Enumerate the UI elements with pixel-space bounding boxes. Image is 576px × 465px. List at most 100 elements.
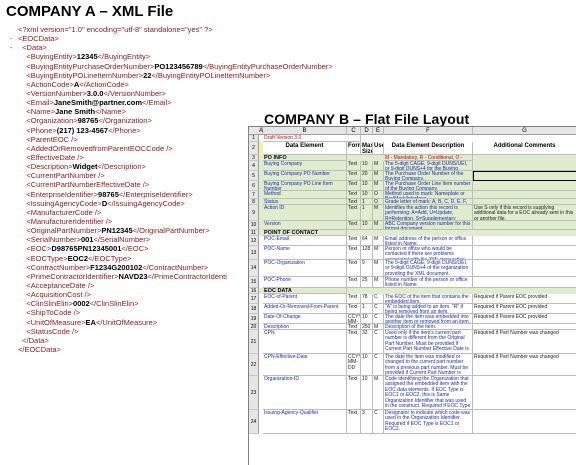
format-cell[interactable]: Text xyxy=(347,410,361,434)
comments-cell[interactable] xyxy=(473,191,576,199)
use-cell[interactable]: M xyxy=(373,221,384,230)
row-header[interactable]: 4 xyxy=(249,161,259,171)
comments-cell[interactable] xyxy=(473,260,576,277)
comments-cell[interactable] xyxy=(473,181,576,191)
row-header[interactable]: 12 xyxy=(249,236,259,246)
data-element-cell[interactable]: Buying Company PO Line Item Number xyxy=(263,181,347,191)
format-cell[interactable]: Text xyxy=(347,221,361,230)
column-header-d[interactable]: D xyxy=(361,127,373,135)
column-header-e[interactable]: E xyxy=(373,127,384,135)
header-description[interactable]: Data Element Description xyxy=(384,142,473,155)
comments-cell[interactable] xyxy=(473,221,576,230)
comments-cell[interactable]: Required if Parent EOC provided xyxy=(473,304,576,314)
data-element-cell[interactable]: Buying Company xyxy=(263,161,347,171)
description-cell[interactable]: Phone number of the person or office lis… xyxy=(384,277,473,288)
row-header[interactable]: 18 xyxy=(249,304,259,314)
use-cell[interactable]: C xyxy=(373,294,384,304)
format-cell[interactable]: Text xyxy=(347,260,361,277)
row-header[interactable]: 7 xyxy=(249,191,259,199)
format-cell[interactable]: Text xyxy=(347,246,361,260)
max-size-cell[interactable]: 32 xyxy=(361,330,373,354)
data-element-cell[interactable]: CPN-Effective-Date xyxy=(263,354,347,376)
comments-cell[interactable] xyxy=(473,410,576,434)
max-size-cell[interactable]: 78 xyxy=(361,294,373,304)
data-element-cell[interactable]: EOC-of-Parent xyxy=(263,294,347,304)
version-note[interactable]: Draft Version 3.0 xyxy=(263,135,361,142)
description-cell[interactable]: The Purchase Order Number of the Buying … xyxy=(384,171,473,181)
max-size-cell[interactable]: 10 xyxy=(361,181,373,191)
description-cell[interactable]: Designator to indicate which code was us… xyxy=(384,410,473,434)
data-element-cell[interactable]: Method xyxy=(263,191,347,199)
format-cell[interactable]: Text xyxy=(347,330,361,354)
description-cell[interactable]: The 5-digit CAGE, 9-digit DUNS/UEI, or 9… xyxy=(384,161,473,171)
description-cell[interactable]: Person or office who would be contacted … xyxy=(384,246,473,260)
use-cell[interactable]: C xyxy=(373,354,384,376)
description-cell[interactable]: "A" is being added to an item. "R" if be… xyxy=(384,304,473,314)
row-header[interactable]: 14 xyxy=(249,260,259,277)
description-cell[interactable]: Identifies the action this record is per… xyxy=(384,205,473,221)
max-size-cell[interactable]: 10 xyxy=(361,161,373,171)
data-element-cell[interactable]: Action ID xyxy=(263,205,347,221)
row-header[interactable]: 23 xyxy=(249,376,259,410)
description-cell[interactable]: Code identifying the Organization that a… xyxy=(384,376,473,410)
use-cell[interactable]: M xyxy=(373,236,384,246)
data-element-cell[interactable]: Organization-ID xyxy=(263,376,347,410)
format-cell[interactable]: Text xyxy=(347,161,361,171)
max-size-cell[interactable]: 25 xyxy=(361,277,373,288)
row-header[interactable]: 24 xyxy=(249,410,259,434)
row-header[interactable]: 22 xyxy=(249,354,259,376)
column-header-b[interactable]: B xyxy=(263,127,347,135)
max-size-cell[interactable]: 20 xyxy=(361,171,373,181)
max-size-cell[interactable]: 64 xyxy=(361,236,373,246)
use-cell[interactable]: C xyxy=(373,330,384,354)
row-header[interactable]: 5 xyxy=(249,171,259,181)
data-element-cell[interactable]: POC-Email xyxy=(263,236,347,246)
format-cell[interactable]: Text xyxy=(347,191,361,199)
data-element-cell[interactable]: POC-Phone xyxy=(263,277,347,288)
max-size-cell[interactable]: 10 xyxy=(361,314,373,324)
use-cell[interactable]: M xyxy=(373,205,384,221)
max-size-cell[interactable]: 10 xyxy=(361,221,373,230)
description-cell[interactable]: The Purchase Order Line Item number of t… xyxy=(384,181,473,191)
comments-cell[interactable]: Required if Part Number was changed xyxy=(473,354,576,376)
row-header[interactable]: 19 xyxy=(249,314,259,324)
max-size-cell[interactable]: 1 xyxy=(361,205,373,221)
row-header[interactable]: 21 xyxy=(249,330,259,354)
comments-cell[interactable]: Required if Parent EOC provided xyxy=(473,294,576,304)
row-header[interactable]: 13 xyxy=(249,246,259,260)
use-cell[interactable]: M xyxy=(373,246,384,260)
header-max-size[interactable]: Max Size xyxy=(361,142,373,155)
use-cell[interactable]: M xyxy=(373,260,384,277)
data-element-cell[interactable]: POC-Organization xyxy=(263,260,347,277)
description-cell[interactable]: Email address of the person or office li… xyxy=(384,236,473,246)
max-size-cell[interactable]: 3 xyxy=(361,410,373,434)
description-cell[interactable]: The date the item was modified or change… xyxy=(384,354,473,376)
xml-collapse-marker[interactable]: - xyxy=(10,34,18,43)
comments-cell[interactable] xyxy=(473,376,576,410)
description-cell[interactable]: Method used to mark: Nameplate or Bar/Ma… xyxy=(384,191,473,199)
data-element-cell[interactable]: Added-Or-Removed-From-Parent xyxy=(263,304,347,314)
format-cell[interactable]: CCYY-MM-DD xyxy=(347,314,361,324)
format-cell[interactable]: Text xyxy=(347,376,361,410)
use-cell[interactable]: M xyxy=(373,161,384,171)
use-cell[interactable]: C xyxy=(373,304,384,314)
row-header[interactable]: 6 xyxy=(249,181,259,191)
use-cell[interactable]: M xyxy=(373,171,384,181)
comments-cell[interactable] xyxy=(473,277,576,288)
description-cell[interactable]: Used only if the item's current part num… xyxy=(384,330,473,354)
max-size-cell[interactable]: 9 xyxy=(361,260,373,277)
data-element-cell[interactable]: Buying Company PO Number xyxy=(263,171,347,181)
format-cell[interactable]: Text xyxy=(347,205,361,221)
format-cell[interactable]: Text xyxy=(347,304,361,314)
data-element-cell[interactable]: Date-Of-Change xyxy=(263,314,347,324)
max-size-cell[interactable]: 10 xyxy=(361,191,373,199)
row-header[interactable]: 17 xyxy=(249,294,259,304)
comments-cell[interactable] xyxy=(473,161,576,171)
header-comments[interactable]: Additional Comments xyxy=(473,142,576,155)
description-cell[interactable]: ABC Company version number for this form… xyxy=(384,221,473,230)
format-cell[interactable]: Text xyxy=(347,181,361,191)
row-header[interactable]: 1 xyxy=(249,135,259,142)
row-header[interactable]: 10 xyxy=(249,221,259,230)
description-cell[interactable]: The date the item was embedded into anot… xyxy=(384,314,473,324)
use-cell[interactable]: M xyxy=(373,181,384,191)
